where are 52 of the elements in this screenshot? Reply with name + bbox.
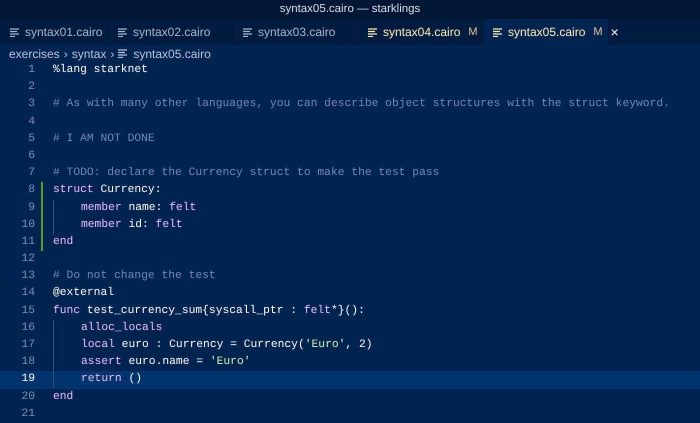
modified-label: M [593, 24, 603, 40]
line-number: 6 [28, 148, 35, 164]
line-number: 21 [21, 406, 35, 422]
file-lines-icon [118, 28, 127, 36]
line-number: 1 [28, 63, 35, 78]
breadcrumb-separator: › [64, 46, 68, 62]
line-number: 13 [21, 269, 35, 284]
code-line: # Do not change the test [53, 270, 216, 282]
line-number: 18 [21, 355, 35, 370]
line-number: 5 [28, 132, 35, 147]
code-line: struct Currency: [53, 184, 162, 196]
code-line: alloc_locals [81, 322, 162, 334]
breadcrumb-item[interactable]: syntax05.cairo [133, 44, 211, 62]
code-line: # I AM NOT DONE [53, 132, 155, 145]
code-line: # TODO: declare the Currency struct to make the test pass [53, 167, 440, 180]
code-line: # As with many other languages, you can describe object structures with the struct keyword. [53, 98, 670, 110]
file-lines-icon [243, 28, 252, 36]
file-lines-icon [493, 28, 502, 36]
line-number: 9 [28, 200, 35, 216]
line-number: 19 [21, 372, 35, 388]
code-line: member name: felt [81, 202, 196, 214]
line-number: 17 [21, 338, 35, 353]
file-lines-icon [368, 28, 377, 36]
breadcrumb-item[interactable]: exercises [9, 44, 60, 62]
line-number: 4 [28, 114, 35, 130]
code-line: return () [81, 373, 142, 386]
file-lines-icon [118, 49, 128, 58]
modified-label: M [468, 24, 478, 40]
window-title: syntax05.cairo — starklings [280, 2, 420, 17]
line-number: 16 [21, 320, 35, 336]
line-number: 10 [21, 218, 35, 233]
line-number: 20 [21, 390, 35, 405]
close-button[interactable]: × [610, 25, 619, 39]
code-line: @external [53, 287, 114, 300]
file-lines-icon [10, 28, 19, 36]
code-line: member id: felt [81, 218, 183, 231]
line-number: 3 [28, 97, 35, 112]
code-line: end [53, 390, 74, 403]
code-line: func test_currency_sum{syscall_ptr : felt*}(): [53, 304, 365, 317]
line-number: 7 [28, 166, 35, 182]
line-number: 15 [21, 304, 35, 319]
code-line: end [53, 236, 74, 248]
line-number: 8 [28, 183, 35, 198]
line-number: 2 [28, 80, 35, 96]
line-number: 12 [21, 252, 35, 268]
code-line: %lang starknet [53, 64, 148, 76]
code-line: assert euro.name = 'Euro' [81, 356, 251, 368]
line-number: 14 [21, 286, 35, 302]
breadcrumb-item[interactable]: syntax [72, 44, 106, 62]
line-number: 11 [21, 234, 35, 250]
breadcrumb-separator: › [110, 46, 114, 62]
code-line: local euro : Currency = Currency('Euro', 2) [81, 339, 373, 351]
